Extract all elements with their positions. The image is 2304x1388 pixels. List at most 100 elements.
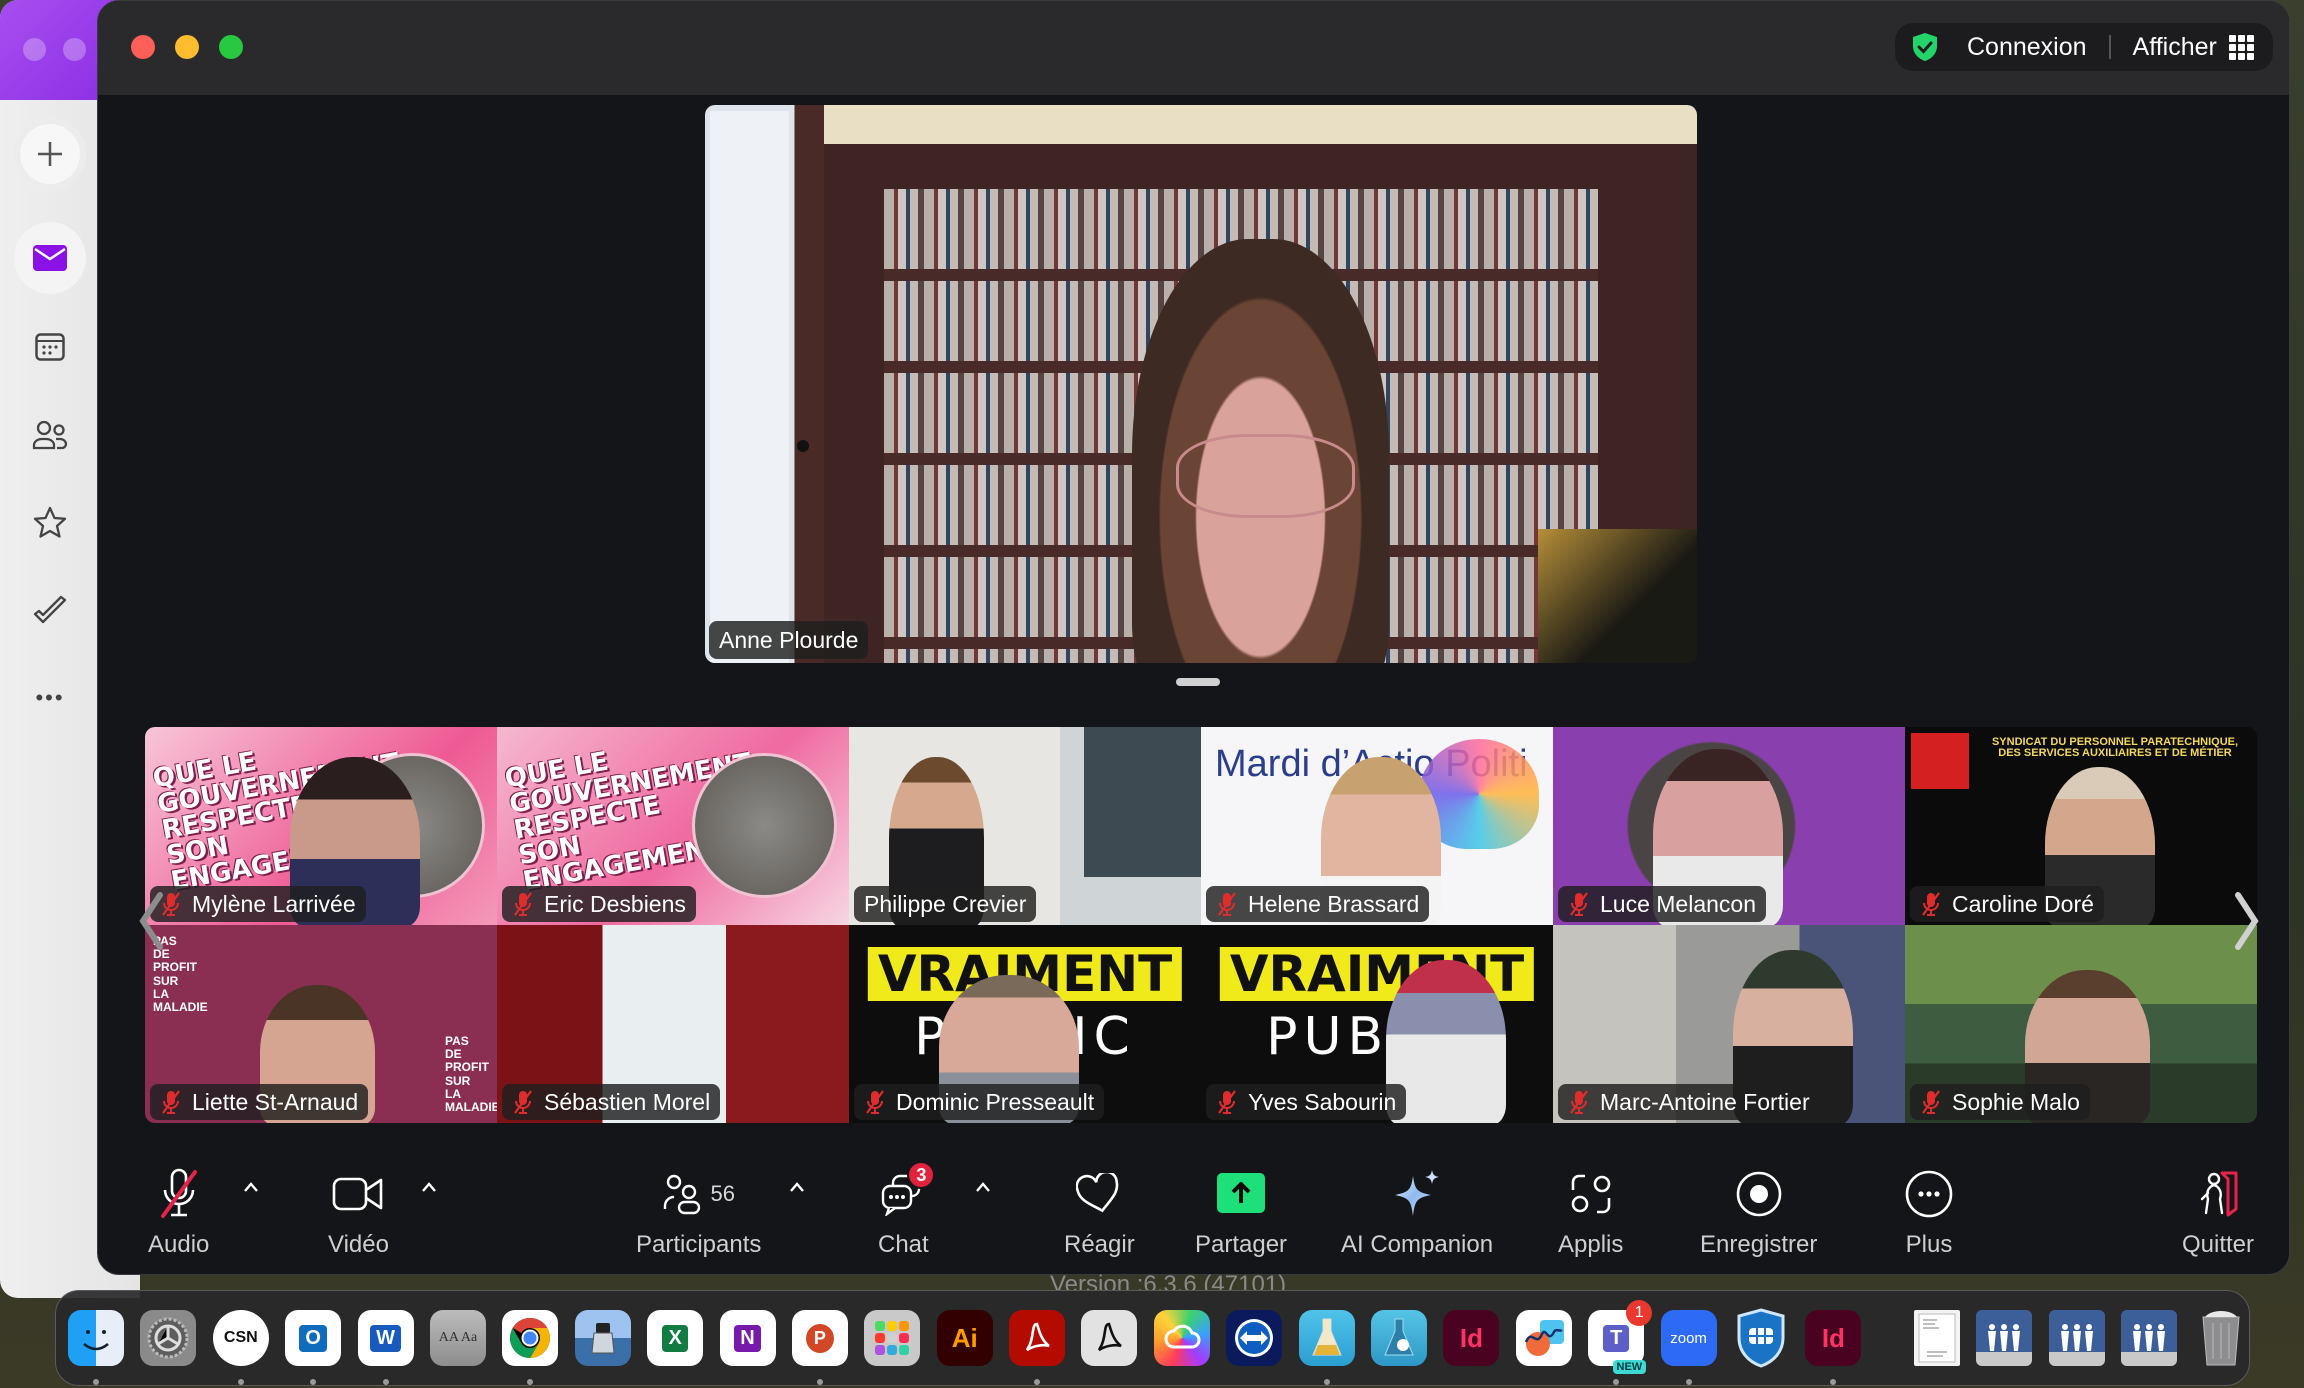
dock-app-teamviewer[interactable] <box>1226 1310 1283 1366</box>
mail-icon <box>33 245 67 271</box>
participant-tile[interactable]: VRAIMENT PUBLIC Dominic Presseault <box>849 925 1201 1123</box>
leave-meeting-button[interactable]: Quitter <box>2182 1165 2254 1259</box>
dock-app-creative-cloud[interactable] <box>1153 1310 1210 1366</box>
running-indicator <box>93 1379 99 1385</box>
resize-handle[interactable] <box>1176 678 1220 686</box>
dock-app-chrome[interactable] <box>502 1310 559 1385</box>
active-speaker-video[interactable]: Anne Plourde <box>705 105 1697 663</box>
dock-network-drive[interactable] <box>1976 1310 2033 1366</box>
virtual-background-text: SYNDICAT DU PERSONNEL PARATECHNIQUE, DES… <box>1991 736 2239 759</box>
fullscreen-window-button[interactable] <box>219 35 243 59</box>
dock-network-drive[interactable] <box>2120 1310 2177 1366</box>
video-button[interactable]: Vidéo <box>328 1165 389 1259</box>
dock-app-launchpad[interactable] <box>864 1310 921 1366</box>
chevron-up-icon[interactable] <box>974 1179 992 1197</box>
participant-name: Caroline Doré <box>1952 890 2094 917</box>
dock-document[interactable] <box>1913 1310 1960 1366</box>
dock-app-indesign[interactable]: Id <box>1443 1310 1500 1366</box>
dock-app-flask[interactable] <box>1298 1310 1355 1385</box>
dock-app-illustrator[interactable]: Ai <box>936 1310 993 1366</box>
participant-tile[interactable]: PAS DE PROFIT SUR LA MALADIE PAS DE PROF… <box>145 925 497 1123</box>
video-background-door <box>709 110 790 663</box>
dock-app-powerpoint[interactable]: P <box>791 1310 848 1385</box>
grid-icon[interactable] <box>2228 34 2254 60</box>
video-background-window <box>1084 727 1201 877</box>
view-button[interactable]: Afficher <box>2133 33 2217 62</box>
dock-app-finder[interactable] <box>68 1310 124 1385</box>
dock-app-indesign[interactable]: Id <box>1805 1310 1862 1385</box>
apps-button[interactable]: Applis <box>1558 1165 1623 1259</box>
dock-network-drive[interactable] <box>2048 1310 2105 1366</box>
share-screen-button[interactable]: Partager <box>1195 1165 1287 1259</box>
more-button[interactable]: Plus <box>1904 1165 1954 1259</box>
participant-tile[interactable]: Philippe Crevier <box>849 727 1201 925</box>
participants-count: 56 <box>710 1181 735 1206</box>
chat-button[interactable]: 3 Chat <box>878 1161 936 1259</box>
dock-app-font-book[interactable]: AA Aa <box>429 1310 486 1366</box>
connexion-label[interactable]: Connexion <box>1967 33 2087 62</box>
sidebar-item-more[interactable]: ••• <box>25 673 75 723</box>
dock-app-acrobat-reader[interactable] <box>1081 1310 1138 1366</box>
participant-tile[interactable]: Sébastien Morel <box>497 925 849 1123</box>
participant-tile[interactable]: Mardi d’Actio Politi Helene Brassard <box>1201 727 1553 925</box>
audio-button[interactable]: Audio <box>148 1165 209 1259</box>
dock-app-excel[interactable]: X <box>647 1310 704 1366</box>
running-indicator <box>237 1379 244 1385</box>
dock-app-preview[interactable] <box>574 1310 631 1366</box>
chevron-up-icon[interactable] <box>242 1179 260 1197</box>
window-control-dot[interactable] <box>23 38 46 61</box>
chevron-left-icon[interactable] <box>138 891 164 951</box>
participant-tile[interactable]: Sophie Malo <box>1905 925 2257 1123</box>
chevron-up-icon[interactable] <box>420 1179 438 1197</box>
participant-tile[interactable]: Marc-Antoine Fortier <box>1553 925 1905 1123</box>
sidebar-item-favorites[interactable] <box>25 497 75 547</box>
sidebar-item-mail[interactable] <box>25 233 75 283</box>
participant-tile[interactable]: Luce Melancon <box>1553 727 1905 925</box>
dock-app-outlook[interactable]: O <box>285 1310 342 1385</box>
dock-app-system-settings[interactable] <box>140 1310 197 1366</box>
dock-app-onenote[interactable]: N <box>719 1310 776 1366</box>
shield-check-icon[interactable] <box>1909 31 1941 63</box>
dock-app-csn[interactable]: CSN <box>212 1310 269 1385</box>
dock-trash[interactable] <box>2193 1310 2249 1366</box>
dock-app-teams[interactable]: T 1 NEW <box>1588 1300 1653 1385</box>
participant-tile[interactable]: VRAIMENT PUBLIC Yves Sabourin <box>1201 925 1553 1123</box>
indesign-icon: Id <box>1821 1322 1845 1353</box>
chevron-right-icon[interactable] <box>2234 891 2260 951</box>
react-button[interactable]: Réagir <box>1064 1165 1135 1259</box>
participant-name-tag: Sébastien Morel <box>502 1084 721 1120</box>
mic-muted-icon <box>162 1090 180 1114</box>
sidebar-item-tasks[interactable] <box>25 585 75 635</box>
participant-name: Mylène Larrivée <box>192 890 356 917</box>
dock-app-freeform[interactable] <box>1515 1310 1572 1366</box>
new-button[interactable] <box>14 118 86 190</box>
participant-video-glasses <box>1176 434 1355 518</box>
window-control-dot[interactable] <box>63 38 86 61</box>
running-indicator <box>527 1379 534 1385</box>
virtual-background-logo <box>1911 733 1969 789</box>
settings-icon <box>147 1317 189 1359</box>
ai-companion-button[interactable]: AI Companion <box>1341 1165 1493 1259</box>
dock-app-zoom[interactable]: zoom <box>1660 1310 1717 1385</box>
participants-button[interactable]: 56 Participants <box>636 1165 761 1259</box>
dock-app-acrobat[interactable] <box>1009 1310 1066 1385</box>
mic-muted-icon <box>1570 1090 1588 1114</box>
react-label: Réagir <box>1064 1231 1135 1258</box>
dock-app-word[interactable]: W <box>357 1310 414 1385</box>
participant-tile[interactable]: QUE LE GOUVERNEMENT RESPECTE SON ENGAGEM… <box>145 727 497 925</box>
chevron-up-icon[interactable] <box>788 1179 806 1197</box>
dock-app-flask-plug[interactable] <box>1371 1310 1428 1366</box>
record-button[interactable]: Enregistrer <box>1700 1165 1817 1259</box>
sidebar-item-calendar[interactable] <box>25 322 75 372</box>
participant-tile[interactable]: QUE LE GOUVERNEMENT RESPECTE SON ENGAGEM… <box>497 727 849 925</box>
freeform-icon <box>1524 1320 1564 1356</box>
zoom-icon: zoom <box>1670 1329 1707 1347</box>
acrobat-reader-icon <box>1098 1322 1123 1352</box>
sidebar-item-people[interactable] <box>25 410 75 460</box>
minimize-window-button[interactable] <box>175 35 199 59</box>
participant-tile[interactable]: SYNDICAT DU PERSONNEL PARATECHNIQUE, DES… <box>1905 727 2257 925</box>
close-window-button[interactable] <box>131 35 155 59</box>
dock-app-forticlient[interactable] <box>1733 1308 1789 1368</box>
running-indicator <box>1323 1379 1330 1385</box>
participant-name-tag: Dominic Presseault <box>854 1084 1105 1120</box>
